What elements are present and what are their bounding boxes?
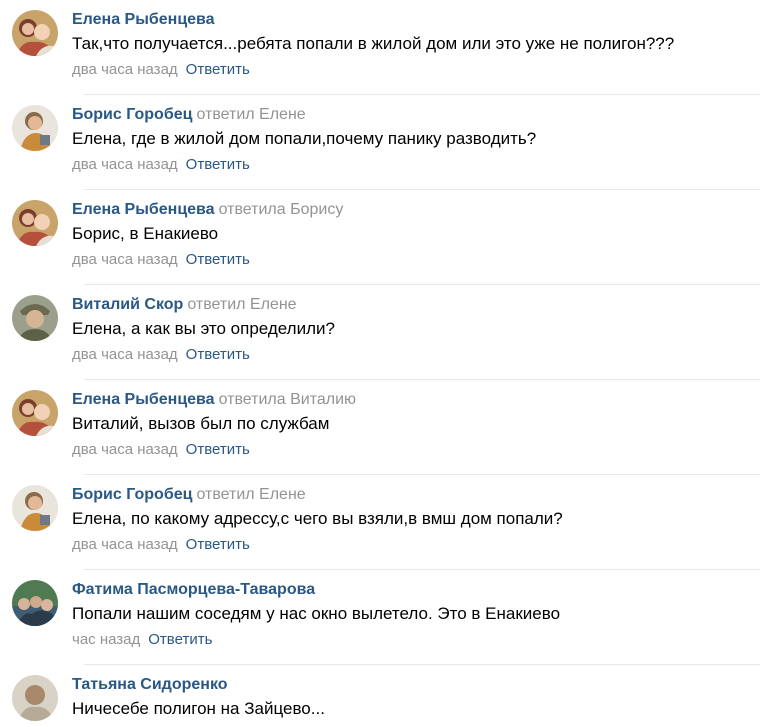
comment-author[interactable]: Фатима Пасморцева-Таварова [72, 581, 315, 598]
reply-to-text[interactable]: ответил Елене [187, 296, 296, 313]
reply-to-text[interactable]: ответила Борису [219, 201, 344, 218]
comment-time[interactable]: два часа назад [72, 441, 178, 458]
reply-button[interactable]: Ответить [186, 251, 250, 268]
comment-text: Ничесебе полигон на Зайцево... [72, 699, 325, 718]
reply-button[interactable]: Ответить [186, 441, 250, 458]
comment-item: Елена Рыбенцева Так,что получается...реб… [12, 0, 760, 95]
comment-time[interactable]: два часа назад [72, 251, 178, 268]
comment-author[interactable]: Елена Рыбенцева [72, 201, 215, 218]
comment-time[interactable]: час назад [72, 631, 140, 648]
comment-author[interactable]: Борис Горобец [72, 486, 192, 503]
avatar[interactable] [12, 200, 58, 246]
comment-text: Елена, а как вы это определили? [72, 319, 335, 338]
avatar[interactable] [12, 390, 58, 436]
comment-text: Елена, где в жилой дом попали,почему пан… [72, 129, 537, 148]
comment-author[interactable]: Татьяна Сидоренко [72, 676, 228, 693]
reply-button[interactable]: Ответить [148, 631, 212, 648]
comment-item: Виталий Скор ответил Елене Елена, а как в… [12, 285, 760, 380]
reply-button[interactable]: Ответить [186, 61, 250, 78]
comment-time[interactable]: два часа назад [72, 156, 178, 173]
avatar[interactable] [12, 580, 58, 626]
comment-author[interactable]: Елена Рыбенцева [72, 11, 215, 28]
reply-to-text[interactable]: ответил Елене [196, 106, 305, 123]
reply-button[interactable]: Ответить [186, 156, 250, 173]
comment-item: Елена Рыбенцева ответила Борису Борис, в … [12, 190, 760, 285]
comment-item: Елена Рыбенцева ответила Виталию Виталий,… [12, 380, 760, 475]
comment-author[interactable]: Елена Рыбенцева [72, 391, 215, 408]
comment-time[interactable]: два часа назад [72, 61, 178, 78]
comment-author[interactable]: Виталий Скор [72, 296, 183, 313]
comment-text: Елена, по какому адрессу,с чего вы взяли… [72, 509, 563, 528]
avatar[interactable] [12, 10, 58, 56]
comment-text: Так,что получается...ребята попали в жил… [72, 34, 675, 53]
comment-time[interactable]: два часа назад [72, 346, 178, 363]
reply-to-text[interactable]: ответил Елене [196, 486, 305, 503]
avatar[interactable] [12, 105, 58, 151]
comment-item: Фатима Пасморцева-Таварова Попали нашим … [12, 570, 760, 665]
comment-item: Борис Горобец ответил Елене Елена, по как… [12, 475, 760, 570]
comment-feed: Елена Рыбенцева Так,что получается...реб… [0, 0, 760, 727]
comment-text: Попали нашим соседям у нас окно вылетело… [72, 604, 561, 623]
reply-button[interactable]: Ответить [186, 536, 250, 553]
reply-button[interactable]: Ответить [186, 346, 250, 363]
avatar[interactable] [12, 485, 58, 531]
reply-to-text[interactable]: ответила Виталию [219, 391, 356, 408]
comment-text: Борис, в Енакиево [72, 224, 219, 243]
avatar[interactable] [12, 675, 58, 721]
comment-author[interactable]: Борис Горобец [72, 106, 192, 123]
comment-text: Виталий, вызов был по службам [72, 414, 330, 433]
comment-item: Борис Горобец ответил Елене Елена, где в … [12, 95, 760, 190]
avatar[interactable] [12, 295, 58, 341]
comment-time[interactable]: два часа назад [72, 536, 178, 553]
comment-item: Татьяна Сидоренко Ничесебе полигон на За… [12, 665, 760, 727]
